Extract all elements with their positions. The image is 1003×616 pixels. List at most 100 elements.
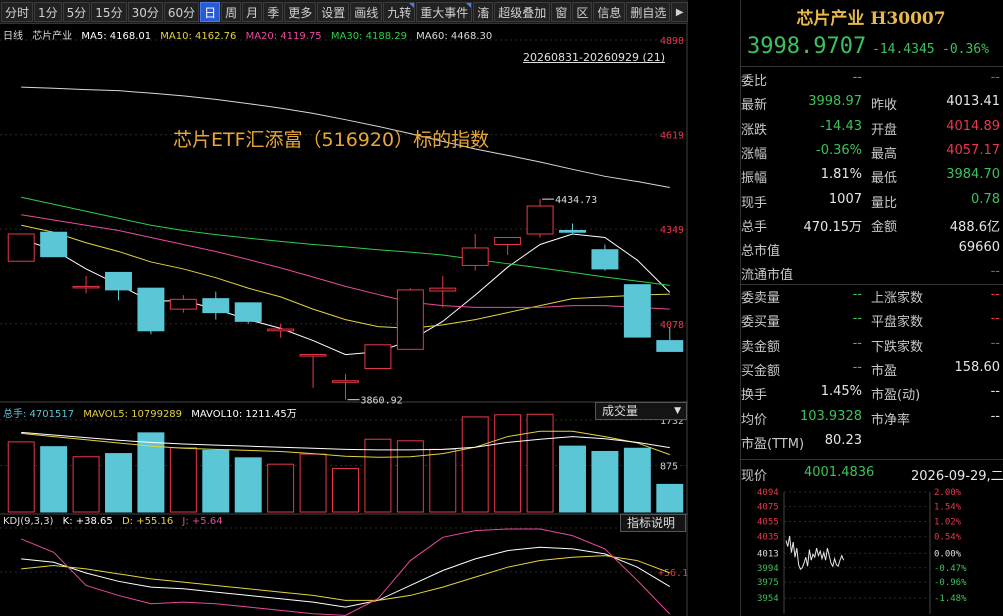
y-tick-label: 4349 [660,225,684,236]
quote-l1: 总手 [741,219,768,235]
quote-v1: -- [852,70,862,85]
quote-l2: 下跌家数 [871,339,924,355]
toolbar-expand-arrow-icon[interactable]: ▶ [671,1,688,22]
volume-bar [202,449,230,513]
quote-row: 委卖量 -- 上涨家数 -- [741,287,1003,311]
tab-min5[interactable]: 5分 [62,1,91,22]
tab-remove-watchlist[interactable]: 删自选 [626,1,671,22]
quote-v1: 80.23 [824,432,862,448]
mini-pct-tick: 1.02% [934,518,962,528]
tab-min1[interactable]: 1分 [34,1,62,22]
quote-l2: 量比 [871,195,898,211]
volume-bar [559,445,586,513]
main-header: 日线 芯片产业 MA5: 4168.01 MA10: 4162.76 MA20:… [3,27,498,42]
tab-super-overlay[interactable]: 超级叠加 [494,1,551,22]
tab-intraday[interactable]: 分时 [1,1,34,22]
date-range-label[interactable]: 20260831-20260929 (21) [523,51,665,64]
kdj-line-k [21,546,671,608]
quote-row: 委比 -- -- [741,70,1003,94]
tab-nine-turn[interactable]: 九转 [383,1,416,22]
quote-row: 市盈(TTM) 80.23 [741,433,1003,457]
quote-v1: -- [852,335,862,351]
tab-scroll[interactable]: 滀 [473,1,494,22]
divider [741,284,1003,285]
quote-v1: 470.15万 [803,219,863,235]
quote-v1: -0.36% [816,142,862,158]
quote-v2: 488.6亿 [949,219,1000,235]
y-tick-label: 4078 [660,320,684,331]
quote-l1: 涨幅 [741,146,768,162]
quote-v2: 4057.17 [946,142,1000,158]
mavol5-label: MAVOL5: 10799289 [83,409,183,420]
tab-more[interactable]: 更多 [284,1,317,22]
extreme-label: 4434.73 [555,195,597,206]
candle-body [494,236,522,245]
mini-pct-tick: 0.54% [934,533,962,543]
tab-major-events[interactable]: 重大事件 [416,1,473,22]
mavol10-label: MAVOL10: 1211.45万 [191,409,297,420]
mini-price-tick: 4075 [757,502,779,512]
kline-chart-svg[interactable]: 40784349461948904434.733860.928751732+56… [0,24,688,616]
last-price: 3998.9707 [747,34,867,59]
tab-info[interactable]: 信息 [593,1,626,22]
volume-bar [137,432,165,513]
indicator-help-button[interactable]: 指标说明 [620,514,686,532]
mini-price-tick: 4055 [757,518,779,528]
quote-v2: 158.60 [954,359,1001,375]
candle-body [623,284,651,338]
mini-price-tick: 3994 [757,564,779,574]
volume-bar [591,450,619,513]
tab-daily[interactable]: 日 [200,1,221,22]
tab-monthly[interactable]: 月 [242,1,263,22]
quote-v1: -- [852,359,862,375]
quote-l1: 流通市值 [741,268,794,284]
ma10-label: MA10: 4162.76 [160,31,237,42]
quote-l1: 涨跌 [741,122,768,138]
y-tick-label: 4890 [660,36,684,47]
indicator-selector-volume[interactable]: 成交量 ▼ [595,402,687,420]
tab-min15[interactable]: 15分 [91,1,127,22]
volume-selector-label: 成交量 [602,404,639,418]
quote-l1: 委比 [741,74,768,89]
quote-l1: 最新 [741,98,768,114]
quote-l1: 换手 [741,388,768,404]
mini-price-tick: 4013 [757,549,779,559]
tab-zone[interactable]: 区 [572,1,593,22]
extreme-label: 3860.92 [361,396,403,407]
quote-l2: 市盈 [871,363,898,379]
quote-l2: 金额 [871,219,898,235]
mini-pct-tick: -1.48% [934,594,967,604]
tab-quarterly[interactable]: 季 [263,1,284,22]
kdj-k-label: K: +38.65 [62,516,113,527]
quote-l2: 上涨家数 [871,291,924,306]
tab-min60[interactable]: 60分 [163,1,200,22]
tab-weekly[interactable]: 周 [221,1,242,22]
candle-body [461,247,489,266]
tab-window[interactable]: 窗 [551,1,572,22]
divider [741,459,1003,460]
quote-l1: 现手 [741,195,768,211]
quote-l1: 买金额 [741,363,781,379]
intraday-mini-chart[interactable]: 4094 2.00% 4075 1.54% 4055 1.02% 4035 0.54% 4013… [740,486,1003,616]
quote-v2: 4013.41 [946,94,1000,110]
ma5-label: MA5: 4168.01 [81,31,152,42]
volume-bar [72,456,100,513]
candle-body [591,249,619,270]
quote-v2: 4014.89 [946,118,1000,134]
quote-v1: -- [852,287,862,302]
ma60-label: MA60: 4468.30 [416,31,493,42]
tab-draw-line[interactable]: 画线 [350,1,383,22]
kline-chart-area[interactable]: 4078 4349 4619 4890 4434.73 3860.92 875 1732 +56… [0,24,688,616]
quote-v2: -- [990,335,1000,351]
tab-settings[interactable]: 设置 [317,1,350,22]
indicator-help-label: 指标说明 [627,516,676,530]
quote-l2: 市盈(动) [871,388,921,404]
volume-bar [526,413,554,513]
tab-min30[interactable]: 30分 [127,1,163,22]
chevron-down-icon: ▼ [674,406,681,416]
volume-bar [494,414,522,513]
mini-price-tick: 3975 [757,578,779,588]
quote-row: 总市值 69660 [741,240,1003,264]
candle-body [364,344,392,370]
volume-bar [267,463,295,513]
